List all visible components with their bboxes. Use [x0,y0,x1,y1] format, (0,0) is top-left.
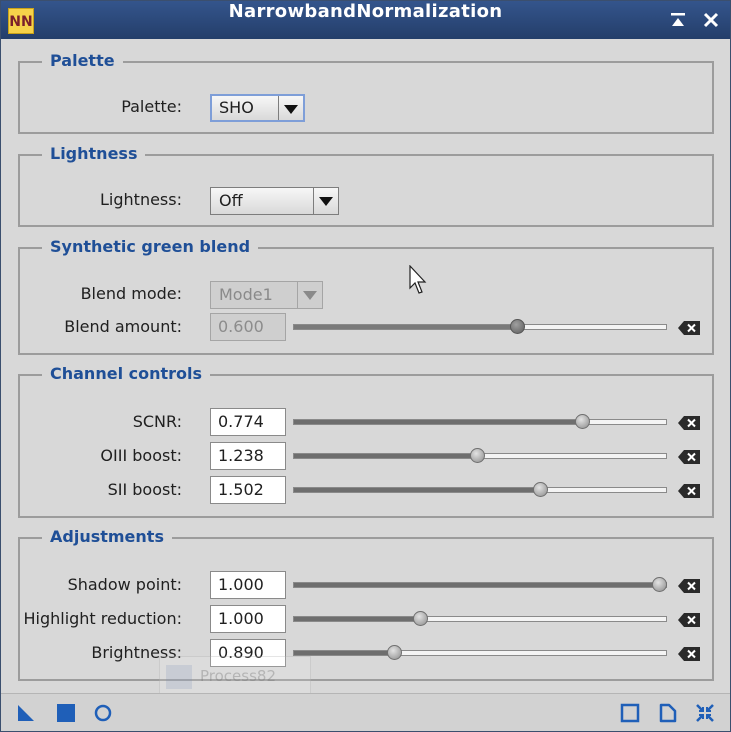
shadow-point-field[interactable]: 1.000 [210,571,286,599]
blend-amount-field[interactable]: 0.600 [210,313,286,341]
oiii-boost-label: OIII boost: [100,446,182,465]
highlight-reduction-slider[interactable] [293,611,667,626]
palette-group-title: Palette [42,49,123,73]
blend-mode-combobox[interactable]: Mode1 [210,281,323,309]
slider-knob[interactable] [574,414,590,429]
palette-value: SHO [219,98,254,117]
reset-value-icon[interactable] [678,646,700,661]
blend-amount-slider[interactable] [293,319,667,334]
reset-value-icon[interactable] [678,449,700,464]
reset-value-icon[interactable] [678,578,700,593]
process-window: NN NarrowbandNormalization Palette Palet… [0,0,731,732]
slider-knob[interactable] [387,645,403,660]
palette-combobox[interactable]: SHO [210,94,305,122]
slider-knob[interactable] [510,319,526,334]
close-icon[interactable] [701,10,721,30]
blend-amount-label: Blend amount: [64,317,182,336]
sii-boost-field[interactable]: 1.502 [210,476,286,504]
shadow-point-label: Shadow point: [67,575,182,594]
oiii-boost-slider[interactable] [293,448,667,463]
apply-icon[interactable] [56,703,76,723]
shade-icon[interactable] [668,10,688,30]
shadow-point-slider[interactable] [293,577,667,592]
palette-label: Palette: [121,97,182,116]
palette-group: Palette Palette: SHO [18,49,714,134]
lightness-group: Lightness Lightness: Off [18,142,714,227]
window-title: NarrowbandNormalization [228,1,503,22]
slider-knob[interactable] [532,482,548,497]
mouse-cursor-icon [409,264,431,299]
slider-knob[interactable] [651,577,667,592]
slider-fill [294,583,659,587]
sii-boost-slider[interactable] [293,482,667,497]
process-icon [166,665,192,689]
channel-controls-group: Channel controls SCNR: 0.774 OIII boost:… [18,362,714,518]
slider-fill [294,325,518,329]
slider-fill [294,488,540,492]
reset-value-icon[interactable] [678,612,700,627]
reset-value-icon[interactable] [678,415,700,430]
slider-fill [294,420,582,424]
slider-knob[interactable] [413,611,429,626]
synthetic-green-blend-group: Synthetic green blend Blend mode: Mode1 … [18,235,714,355]
ghost-label: Process82 [200,667,276,685]
adjustments-group: Adjustments Shadow point: 1.000 Highligh… [18,525,714,681]
slider-knob[interactable] [469,448,485,463]
highlight-reduction-field[interactable]: 1.000 [210,605,286,633]
slider-fill [294,617,421,621]
adjustments-title: Adjustments [42,525,172,549]
scnr-field[interactable]: 0.774 [210,408,286,436]
lightness-label: Lightness: [100,190,182,209]
sii-boost-label: SII boost: [107,480,182,499]
synthetic-green-blend-title: Synthetic green blend [42,235,259,259]
title-bar[interactable]: NN NarrowbandNormalization [1,1,730,39]
blend-mode-value: Mode1 [219,285,273,304]
scnr-label: SCNR: [132,412,182,431]
lightness-combobox[interactable]: Off [210,187,339,215]
chevron-down-icon [313,188,338,214]
new-instance-icon[interactable] [16,703,36,723]
reset-value-icon[interactable] [678,483,700,498]
slider-fill [294,454,477,458]
bottom-control-bar [1,693,730,731]
reset-value-icon[interactable] [678,320,700,335]
channel-controls-title: Channel controls [42,362,211,386]
lightness-value: Off [219,191,243,210]
apply-global-icon[interactable] [93,703,113,723]
lightness-group-title: Lightness [42,142,146,166]
chevron-down-icon [278,96,303,120]
highlight-reduction-label: Highlight reduction: [23,609,182,628]
slider-fill [294,651,395,655]
preview-icon[interactable] [620,703,640,723]
drag-ghost: Process82 [159,656,311,698]
reset-icon[interactable] [695,703,715,723]
documentation-icon[interactable] [658,703,678,723]
chevron-down-icon [297,282,322,308]
scnr-slider[interactable] [293,414,667,429]
oiii-boost-field[interactable]: 1.238 [210,442,286,470]
brightness-slider[interactable] [293,645,667,660]
blend-mode-label: Blend mode: [80,284,182,303]
